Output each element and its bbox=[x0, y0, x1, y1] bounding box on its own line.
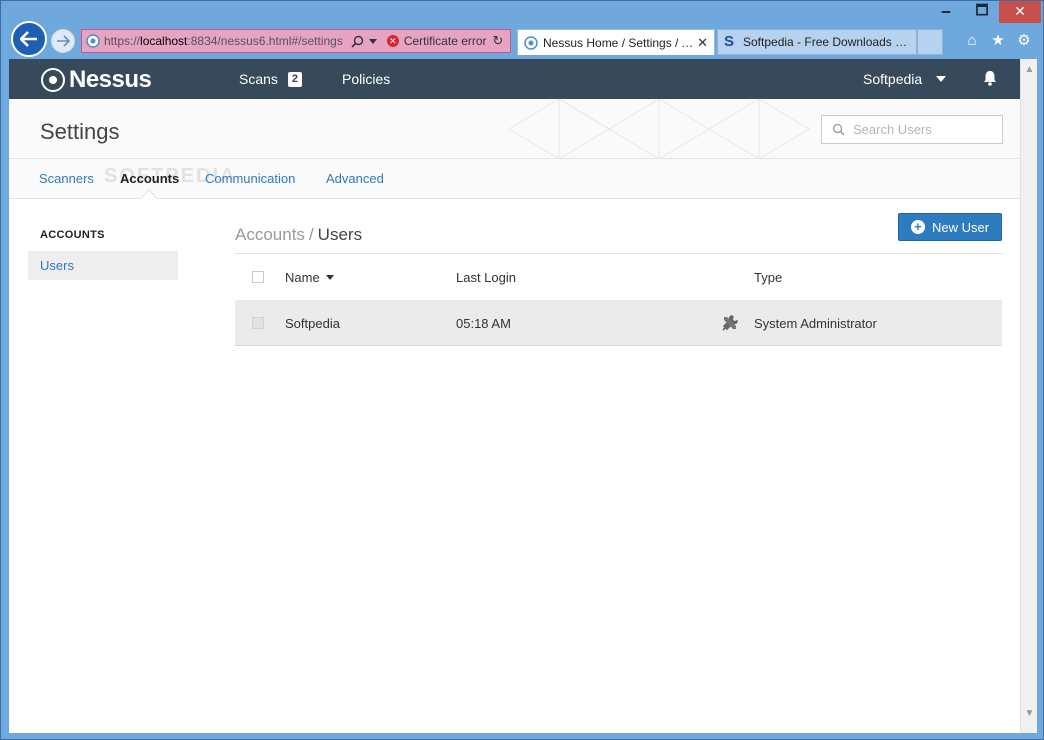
vertical-scrollbar[interactable]: ▲ ▼ bbox=[1020, 59, 1037, 733]
sidebar-heading: ACCOUNTS bbox=[40, 229, 105, 241]
tab-communication[interactable]: Communication bbox=[205, 171, 295, 186]
new-user-label: New User bbox=[931, 219, 990, 235]
nessus-favicon-icon bbox=[524, 35, 538, 50]
back-button[interactable] bbox=[11, 21, 47, 57]
row-type: System Administrator bbox=[754, 315, 877, 331]
certificate-error[interactable]: ✕ Certificate error bbox=[386, 34, 487, 48]
page-title: Settings bbox=[40, 119, 120, 144]
dropdown-caret-icon bbox=[368, 38, 377, 44]
column-last-login-label: Last Login bbox=[456, 269, 516, 285]
home-icon[interactable]: ⌂ bbox=[963, 31, 981, 49]
admin-tools-icon bbox=[721, 300, 739, 346]
scans-count-badge: 2 bbox=[287, 71, 303, 87]
tab-softpedia[interactable]: S Softpedia - Free Downloads En... bbox=[717, 29, 917, 55]
column-type-label: Type bbox=[754, 269, 783, 285]
chevron-down-icon bbox=[936, 76, 947, 82]
settings-gear-icon[interactable]: ⚙ bbox=[1015, 31, 1033, 49]
row-name: Softpedia bbox=[285, 315, 340, 331]
tab-nessus[interactable]: Nessus Home / Settings / A... ✕ bbox=[517, 29, 715, 55]
scroll-down-icon[interactable]: ▼ bbox=[1021, 705, 1038, 722]
breadcrumb: Accounts / Users bbox=[235, 225, 362, 245]
bell-icon[interactable] bbox=[981, 69, 999, 87]
sidebar-item-label: Users bbox=[40, 258, 74, 273]
close-window-button[interactable]: ✕ bbox=[999, 1, 1041, 23]
url-prefix: https:// bbox=[104, 34, 141, 48]
nav-scans[interactable]: Scans 2 bbox=[239, 71, 303, 87]
settings-subtabs: SOFTPEDIA Scanners Accounts Communicatio… bbox=[9, 159, 1020, 207]
sidebar: ACCOUNTS Users bbox=[28, 229, 178, 280]
nav-policies-label: Policies bbox=[342, 71, 391, 87]
breadcrumb-accounts[interactable]: Accounts bbox=[235, 225, 305, 244]
breadcrumb-separator: / bbox=[308, 225, 314, 244]
title-band: Settings bbox=[9, 99, 1020, 159]
minimize-button[interactable]: 🗕 bbox=[931, 1, 961, 23]
page-favicon-icon bbox=[86, 34, 100, 48]
breadcrumb-users: Users bbox=[317, 225, 363, 244]
tab-advanced[interactable]: Advanced bbox=[326, 171, 384, 186]
favorites-star-icon[interactable]: ★ bbox=[989, 31, 1007, 49]
url-rest: :8834/nessus6.html#/settings bbox=[187, 34, 343, 48]
maximize-icon: 🗖 bbox=[975, 3, 989, 19]
new-user-button[interactable]: + New User bbox=[898, 213, 1002, 241]
table-row[interactable]: Softpedia 05:18 AM System Administrator bbox=[235, 300, 1002, 346]
search-icon bbox=[832, 123, 845, 136]
active-tab-pointer bbox=[140, 189, 158, 207]
search-users-input[interactable] bbox=[853, 122, 993, 137]
url-host: localhost bbox=[140, 34, 188, 48]
refresh-icon[interactable]: ↻ bbox=[493, 33, 504, 49]
users-table: Name Last Login Type Softpedia 05:18 AM … bbox=[235, 254, 1002, 346]
nav-scans-label: Scans bbox=[239, 71, 278, 87]
address-bar[interactable]: https://localhost:8834/nessus6.html#/set… bbox=[81, 29, 511, 53]
background-pattern bbox=[508, 99, 810, 158]
row-checkbox[interactable] bbox=[252, 300, 264, 346]
column-last-login-header[interactable]: Last Login bbox=[456, 254, 516, 300]
column-name-label: Name bbox=[285, 269, 320, 285]
address-search-button[interactable] bbox=[351, 35, 377, 48]
checkbox-box bbox=[252, 317, 264, 329]
table-header: Name Last Login Type bbox=[235, 254, 1002, 300]
arrow-right-icon bbox=[57, 35, 70, 47]
tab-title: Softpedia - Free Downloads En... bbox=[743, 35, 910, 49]
page-viewport: Nessus Scans 2 Policies Softpedia Settin… bbox=[9, 59, 1020, 733]
column-name-header[interactable]: Name bbox=[285, 254, 334, 300]
user-name: Softpedia bbox=[863, 71, 923, 87]
search-users-box[interactable] bbox=[821, 115, 1003, 144]
scroll-up-icon[interactable]: ▲ bbox=[1021, 61, 1038, 78]
checkbox-box bbox=[252, 271, 264, 283]
softpedia-favicon-icon: S bbox=[724, 33, 735, 50]
title-bar: 🗕 🗖 ✕ bbox=[1, 1, 1043, 23]
nessus-logo-icon bbox=[41, 68, 65, 92]
search-icon bbox=[351, 35, 364, 48]
select-all-checkbox[interactable] bbox=[252, 254, 264, 300]
error-icon: ✕ bbox=[386, 35, 399, 47]
close-tab-icon[interactable]: ✕ bbox=[693, 35, 708, 51]
certificate-error-label: Certificate error bbox=[403, 34, 487, 48]
logo-text: Nessus bbox=[69, 66, 152, 93]
tab-title: Nessus Home / Settings / A... bbox=[543, 35, 694, 50]
nav-policies[interactable]: Policies bbox=[342, 71, 390, 87]
sidebar-item-users[interactable]: Users bbox=[28, 251, 178, 280]
maximize-button[interactable]: 🗖 bbox=[967, 1, 997, 23]
row-last-login: 05:18 AM bbox=[456, 315, 511, 331]
nessus-logo[interactable]: Nessus bbox=[41, 66, 152, 94]
sort-desc-icon bbox=[325, 274, 334, 280]
tab-scanners[interactable]: Scanners bbox=[39, 171, 94, 186]
browser-tools: ⌂ ★ ⚙ bbox=[963, 31, 1033, 50]
user-menu[interactable]: Softpedia bbox=[863, 71, 947, 87]
address-url[interactable]: https://localhost:8834/nessus6.html#/set… bbox=[104, 34, 343, 48]
minimize-icon: 🗕 bbox=[941, 3, 951, 19]
app-header: Nessus Scans 2 Policies Softpedia bbox=[9, 59, 1020, 99]
forward-button[interactable] bbox=[51, 29, 75, 53]
column-type-header[interactable]: Type bbox=[754, 254, 782, 300]
browser-window: 🗕 🗖 ✕ https://localhost:8834/nessus6.htm… bbox=[0, 0, 1044, 740]
arrow-left-icon bbox=[20, 31, 37, 47]
plus-circle-icon: + bbox=[910, 220, 925, 234]
new-tab-button[interactable] bbox=[917, 29, 943, 55]
close-icon: ✕ bbox=[1014, 4, 1026, 20]
tab-accounts[interactable]: Accounts bbox=[120, 171, 179, 186]
